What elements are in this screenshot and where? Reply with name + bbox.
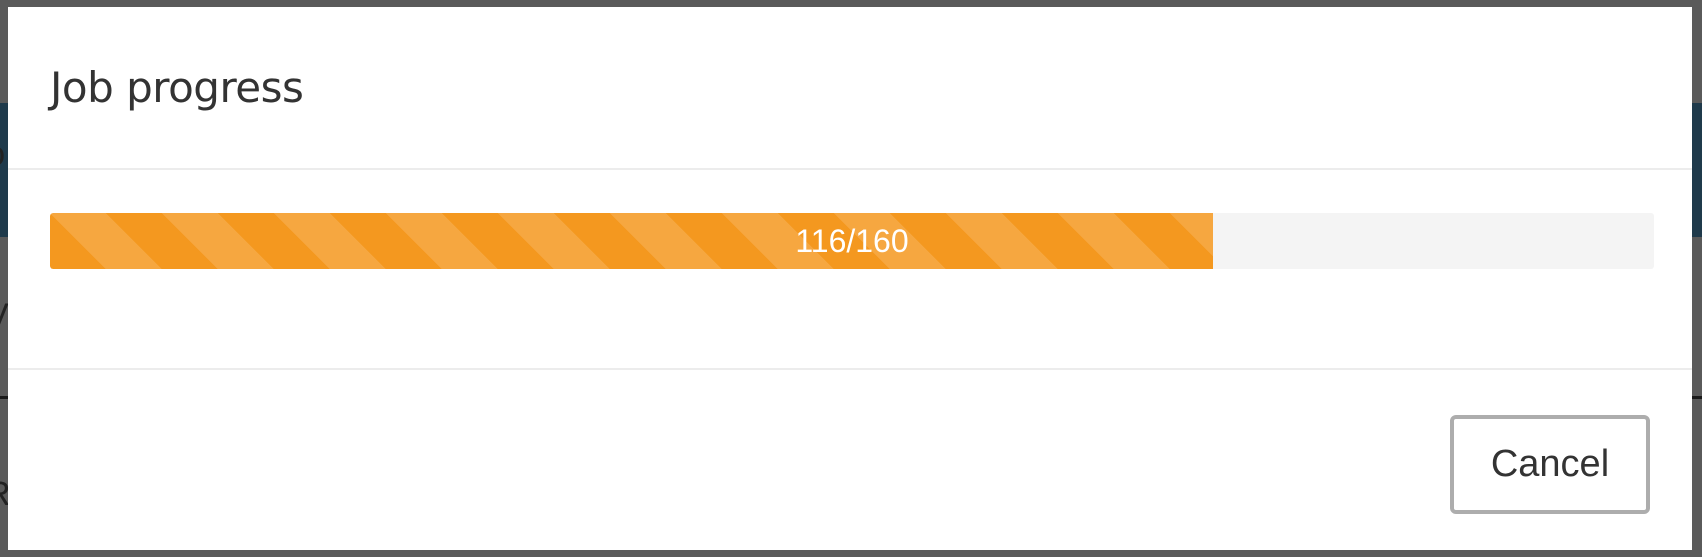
progress-track: 116/160 [50,213,1654,269]
dialog-footer: Cancel [8,370,1692,550]
dialog-header: Job progress [8,7,1692,170]
progress-label: 116/160 [795,223,909,259]
dialog-body: 116/160 [8,170,1692,370]
background-text-fragment: ɔ [0,135,5,174]
job-progress-dialog: Job progress 116/160 Cancel [8,7,1692,550]
cancel-button[interactable]: Cancel [1450,415,1650,514]
dialog-title: Job progress [50,63,304,112]
